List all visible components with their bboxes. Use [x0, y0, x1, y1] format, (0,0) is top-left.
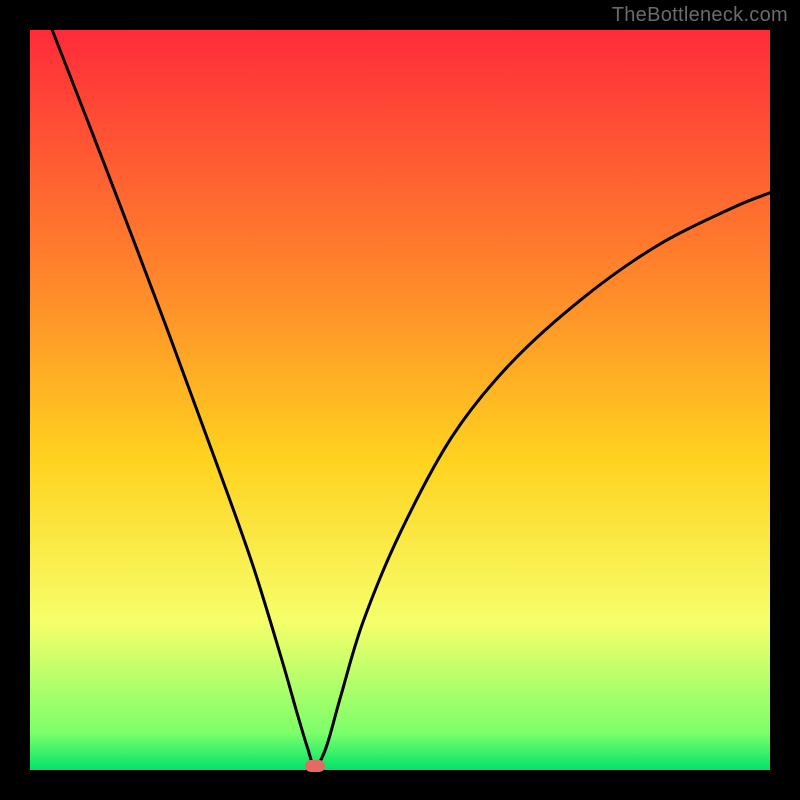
- plot-area: [30, 30, 770, 770]
- chart-frame: TheBottleneck.com: [0, 0, 800, 800]
- optimal-point-marker: [305, 760, 325, 772]
- gradient-background: [30, 30, 770, 770]
- plot-svg: [30, 30, 770, 770]
- watermark-text: TheBottleneck.com: [612, 4, 788, 27]
